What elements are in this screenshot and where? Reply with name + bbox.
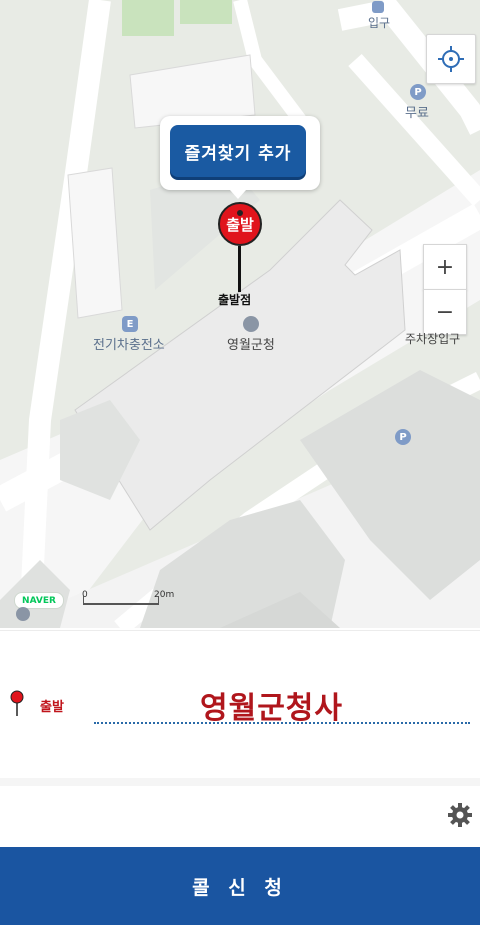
parking-badge-text: P xyxy=(414,86,422,98)
zoom-in-button[interactable]: + xyxy=(423,244,467,290)
map-pin-icon xyxy=(10,690,24,716)
zoom-out-label: − xyxy=(435,299,455,325)
place-name[interactable]: 영월군청사 xyxy=(200,683,343,727)
start-pin-label: 출발 xyxy=(226,215,254,234)
zoom-in-label: + xyxy=(435,254,455,280)
pin-stem xyxy=(238,246,241,292)
building-icon xyxy=(16,607,30,621)
map-background xyxy=(0,0,480,628)
map-scale: 0 20m xyxy=(82,590,182,606)
zoom-out-button[interactable]: − xyxy=(423,289,467,335)
start-point-label: 출발점 xyxy=(218,293,252,307)
charging-station-label: 전기차충전소 xyxy=(93,338,165,353)
parking-entrance-label: 주차장입구 xyxy=(405,332,461,346)
pin-dot xyxy=(237,210,243,216)
location-crosshair-icon xyxy=(438,46,464,72)
entrance-label: 입구 xyxy=(368,16,391,30)
start-pin-marker[interactable]: 출발 xyxy=(218,202,262,246)
add-favorite-button[interactable]: 즐겨찾기 추가 xyxy=(170,125,306,177)
scale-tick-end xyxy=(158,596,159,605)
charging-badge-text: E xyxy=(126,318,134,330)
map-view[interactable]: + − 입구 P 무료 E 전기차충전소 영월군청 주차장입구 P 즐겨찾기 추… xyxy=(0,0,480,628)
call-request-button[interactable]: 콜 신 청 xyxy=(0,847,480,925)
favorite-tooltip: 즐겨찾기 추가 xyxy=(160,116,320,199)
parking-lot-badge-text: P xyxy=(399,431,407,443)
parking-icon: P xyxy=(410,84,426,100)
scale-bar xyxy=(84,603,158,605)
entrance-icon xyxy=(372,1,384,13)
start-label: 출발 xyxy=(40,700,64,715)
government-building-icon xyxy=(243,316,259,332)
section-divider xyxy=(0,778,480,786)
place-underline xyxy=(94,722,470,724)
county-office-label: 영월군청 xyxy=(227,338,275,353)
parking-lot-icon: P xyxy=(395,429,411,445)
my-location-button[interactable] xyxy=(426,34,476,84)
ev-charging-icon: E xyxy=(122,316,138,332)
parking-free-label: 무료 xyxy=(405,106,429,121)
gear-icon[interactable] xyxy=(446,801,474,829)
